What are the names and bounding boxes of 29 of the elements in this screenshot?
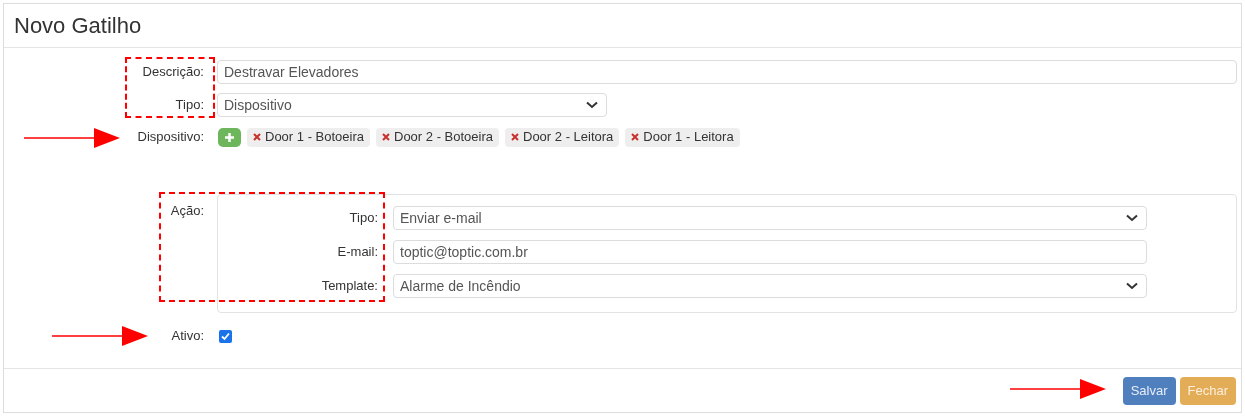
- action-select[interactable]: Enviar e-mail: [393, 206, 1147, 230]
- field-label: Ação:: [169, 202, 204, 220]
- remove-icon[interactable]: [253, 133, 261, 141]
- action-select[interactable]: Alarme de Incêndio: [393, 274, 1147, 298]
- description-field[interactable]: Destravar Elevadores: [217, 60, 1237, 84]
- field-label: Tipo:: [174, 96, 204, 115]
- tag-label: Door 2 - Leitora: [523, 128, 614, 147]
- tag-label: Door 2 - Botoeira: [394, 128, 493, 147]
- chevron-down-icon: [586, 101, 598, 109]
- type-select[interactable]: Dispositivo: [217, 93, 607, 117]
- tag-label: Door 1 - Leitora: [643, 128, 734, 147]
- plus-icon: [224, 131, 235, 143]
- email-field[interactable]: toptic@toptic.com.br: [393, 240, 1147, 264]
- active-checkbox[interactable]: [219, 329, 232, 343]
- dialog-button[interactable]: Salvar: [1122, 376, 1176, 405]
- field-label: Template:: [320, 277, 378, 296]
- field-label: E-mail:: [336, 243, 378, 262]
- tag-label: Door 1 - Botoeira: [265, 128, 364, 147]
- remove-icon[interactable]: [511, 133, 519, 141]
- add-button[interactable]: [218, 127, 241, 147]
- field-label: Ativo:: [171, 327, 204, 346]
- chevron-down-icon: [1126, 282, 1138, 290]
- field-label: Tipo:: [348, 209, 378, 228]
- field-label: Dispositivo:: [137, 128, 204, 147]
- chevron-down-icon: [1126, 214, 1138, 222]
- remove-icon[interactable]: [631, 133, 640, 141]
- field-label: Descrição:: [141, 63, 204, 82]
- dialog-title: Novo Gatilho: [14, 12, 142, 40]
- remove-icon[interactable]: [382, 133, 390, 141]
